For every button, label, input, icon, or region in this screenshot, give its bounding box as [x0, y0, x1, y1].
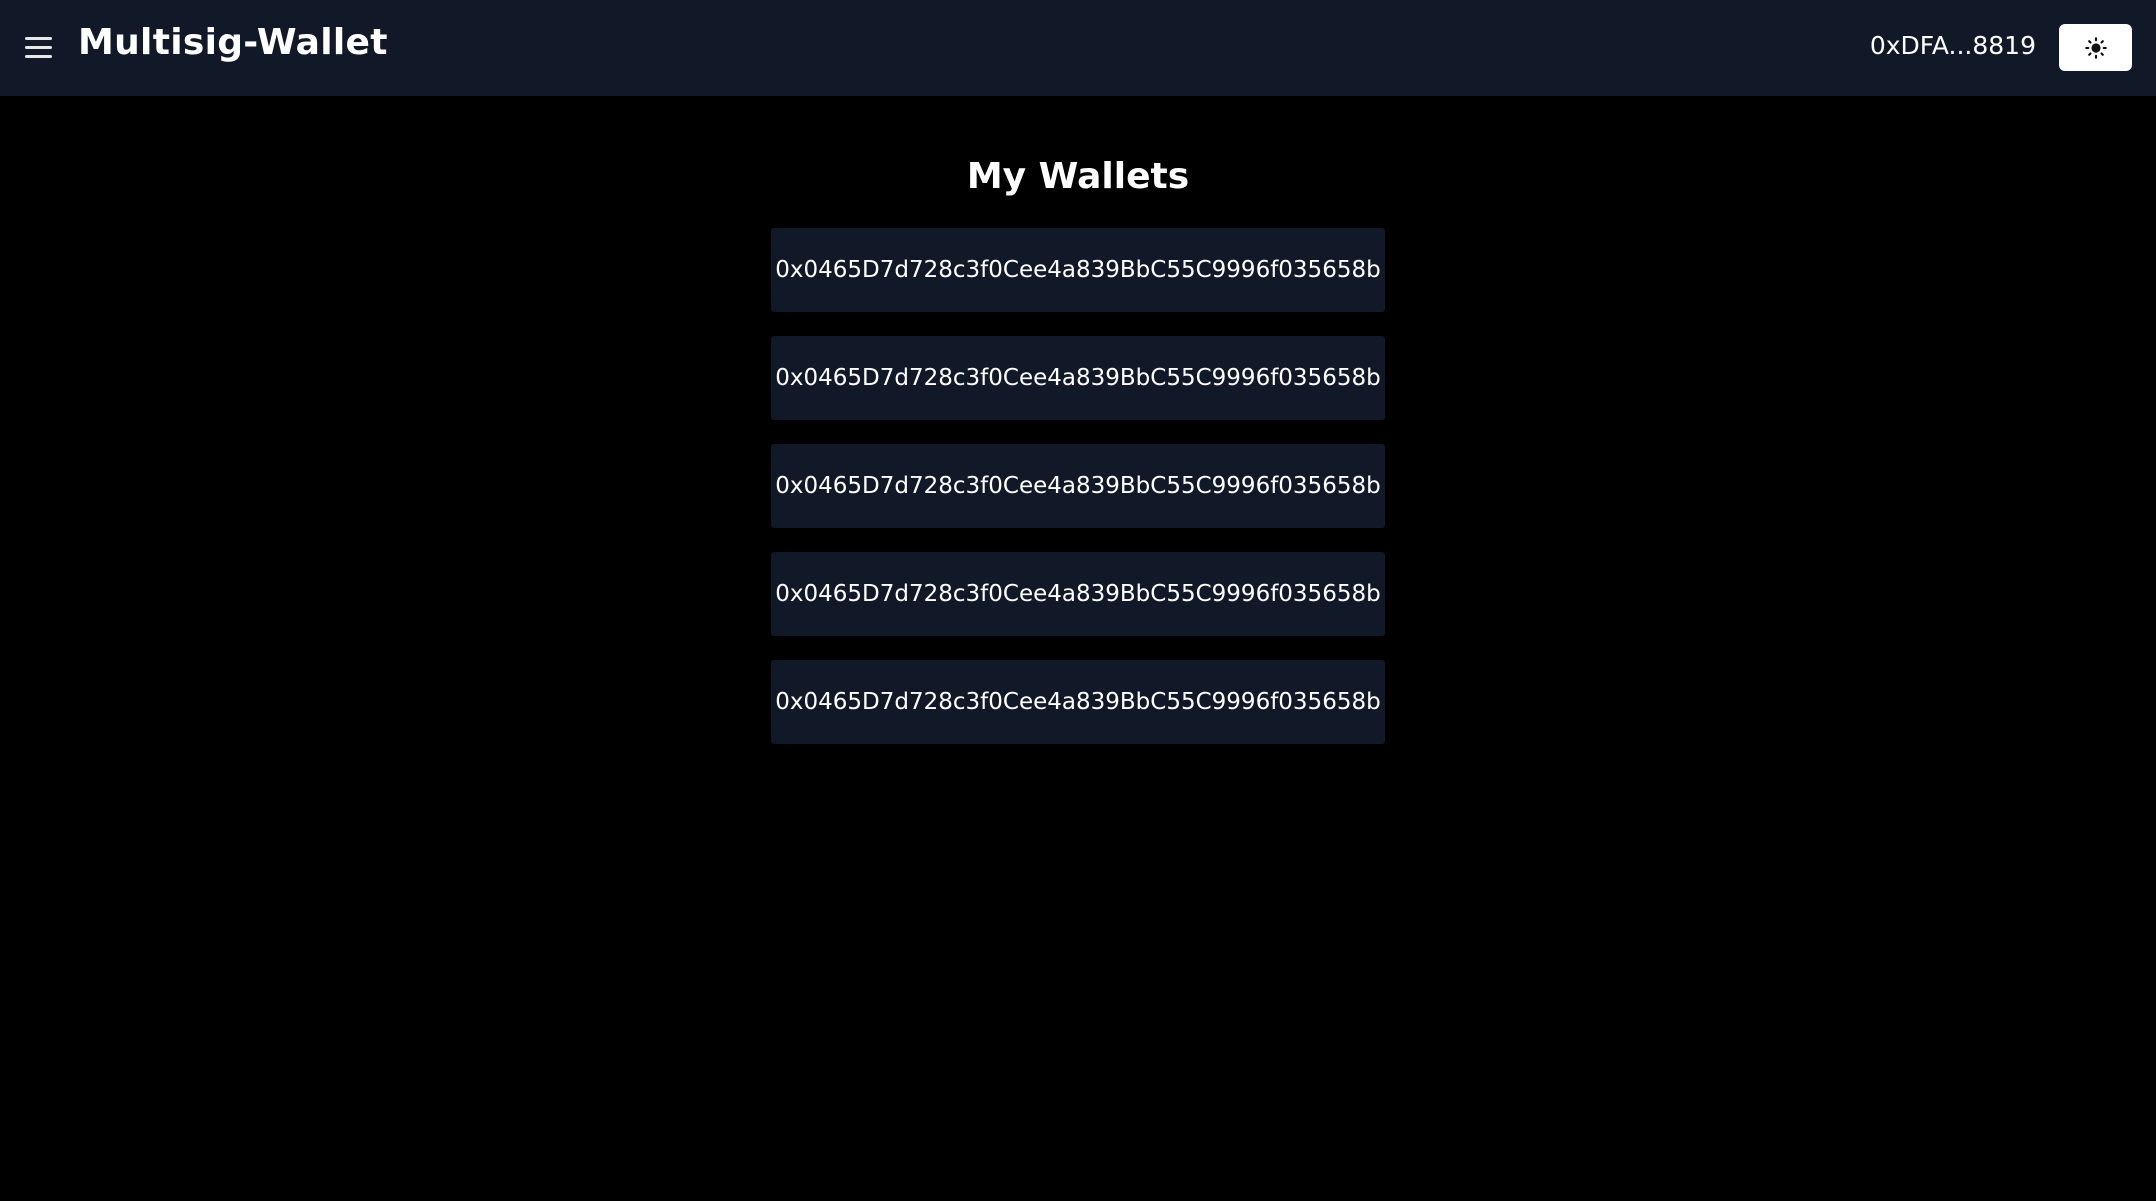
page-title: My Wallets [966, 156, 1190, 197]
app-title: Multisig-Wallet [78, 22, 388, 63]
wallet-item[interactable]: 0x0465D7d728c3f0Cee4a839BbC55C9996f03565… [771, 660, 1385, 744]
theme-toggle-button[interactable] [2059, 24, 2132, 71]
wallet-item[interactable]: 0x0465D7d728c3f0Cee4a839BbC55C9996f03565… [771, 336, 1385, 420]
wallet-list: 0x0465D7d728c3f0Cee4a839BbC55C9996f03565… [771, 228, 1385, 768]
hamburger-menu-icon[interactable] [25, 35, 53, 61]
wallet-item[interactable]: 0x0465D7d728c3f0Cee4a839BbC55C9996f03565… [771, 444, 1385, 528]
top-navbar: Multisig-Wallet 0xDFA...8819 [0, 0, 2156, 96]
wallet-item[interactable]: 0x0465D7d728c3f0Cee4a839BbC55C9996f03565… [771, 228, 1385, 312]
sun-icon [2084, 36, 2107, 59]
wallet-item[interactable]: 0x0465D7d728c3f0Cee4a839BbC55C9996f03565… [771, 552, 1385, 636]
connected-account-address[interactable]: 0xDFA...8819 [1870, 31, 2036, 60]
